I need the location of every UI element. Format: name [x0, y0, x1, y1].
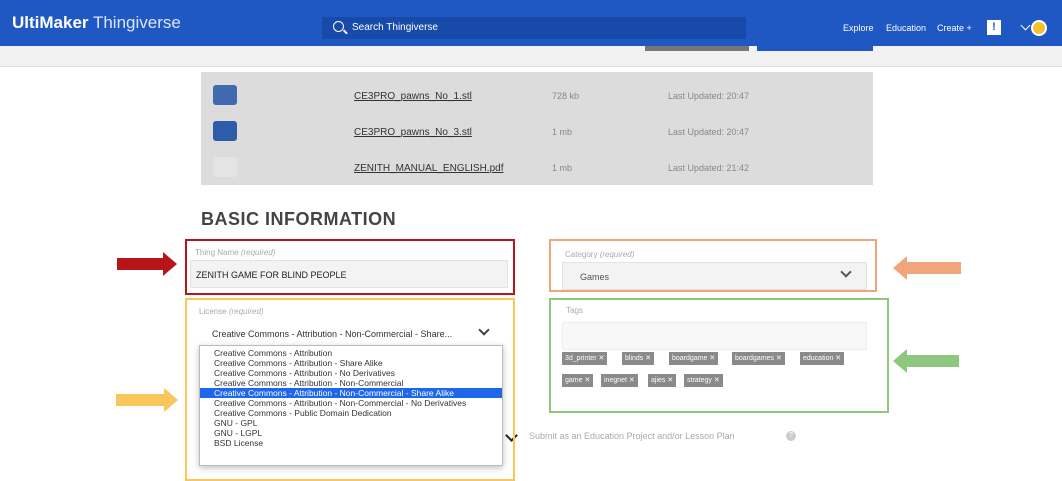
- search-placeholder: Search Thingiverse: [352, 22, 438, 33]
- nav-explore[interactable]: Explore: [843, 23, 874, 33]
- thingiverse-logo[interactable]: UltiMaker Thingiverse: [12, 13, 181, 33]
- annotation-box-thing-name: [185, 239, 515, 295]
- notification-icon[interactable]: !: [987, 20, 1001, 35]
- file-row[interactable]: CE3PRO_pawns_No_1.stl 728 kb Last Update…: [201, 78, 873, 114]
- annotation-box-license: [185, 298, 515, 481]
- help-icon[interactable]: ?: [786, 431, 796, 441]
- file-updated: Last Updated: 20:47: [668, 127, 750, 137]
- arrow-left-icon: [893, 349, 959, 373]
- avatar[interactable]: [1031, 20, 1047, 36]
- education-option-label[interactable]: Submit as an Education Project and/or Le…: [529, 431, 735, 441]
- file-thumbnail: [213, 157, 237, 177]
- divider: [0, 66, 1062, 67]
- file-name-link[interactable]: CE3PRO_pawns_No_1.stl: [354, 91, 472, 102]
- search-input[interactable]: Search Thingiverse: [322, 17, 746, 39]
- arrow-left-icon: [893, 256, 961, 280]
- nav-create[interactable]: Create +: [937, 23, 972, 33]
- file-updated: Last Updated: 21:42: [668, 163, 750, 173]
- file-row[interactable]: ZENITH_MANUAL_ENGLISH.pdf 1 mb Last Upda…: [201, 150, 873, 186]
- file-updated: Last Updated: 20:47: [668, 91, 750, 101]
- top-nav-bar: UltiMaker Thingiverse Search Thingiverse…: [0, 0, 1062, 46]
- arrow-right-icon: [116, 388, 178, 412]
- file-thumbnail: [213, 121, 237, 141]
- tab-indicator-dark[interactable]: [645, 46, 749, 51]
- annotation-box-category: [549, 239, 877, 292]
- annotation-box-tags: [549, 298, 889, 413]
- tab-indicator-blue[interactable]: [757, 46, 873, 51]
- files-panel: CE3PRO_pawns_No_1.stl 728 kb Last Update…: [201, 72, 873, 185]
- arrow-right-icon: [117, 252, 177, 276]
- section-title: BASIC INFORMATION: [201, 209, 397, 229]
- file-size: 728 kb: [552, 91, 580, 101]
- nav-education[interactable]: Education: [886, 23, 926, 33]
- file-row[interactable]: CE3PRO_pawns_No_3.stl 1 mb Last Updated:…: [201, 114, 873, 150]
- file-thumbnail: [213, 85, 237, 105]
- file-name-link[interactable]: CE3PRO_pawns_No_3.stl: [354, 127, 472, 138]
- file-size: 1 mb: [552, 127, 573, 137]
- file-size: 1 mb: [552, 163, 573, 173]
- sub-header: [0, 46, 1062, 66]
- file-name-link[interactable]: ZENITH_MANUAL_ENGLISH.pdf: [354, 163, 504, 174]
- chevron-down-icon[interactable]: [1020, 20, 1031, 31]
- search-icon: [333, 21, 344, 32]
